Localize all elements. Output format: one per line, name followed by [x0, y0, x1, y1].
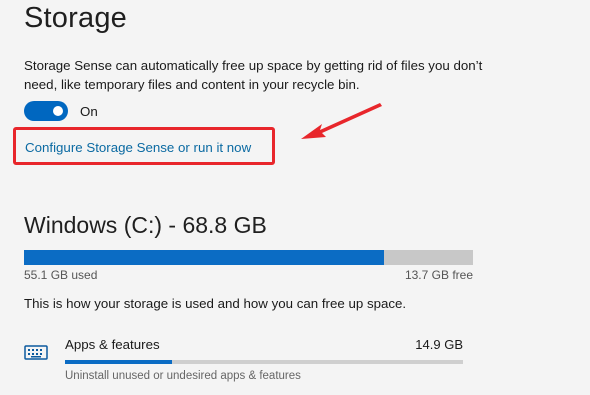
- used-space-label: 55.1 GB used: [24, 268, 98, 282]
- storage-sense-toggle[interactable]: [24, 101, 68, 121]
- toggle-knob: [53, 106, 63, 116]
- drive-usage-bar: [24, 250, 473, 265]
- page-title: Storage: [24, 2, 127, 34]
- storage-sense-description: Storage Sense can automatically free up …: [24, 58, 483, 92]
- category-usage-bar-fill: [65, 360, 173, 364]
- drive-usage-bar-fill: [24, 250, 384, 265]
- storage-settings-page: Storage Storage Sense can automatically …: [0, 0, 590, 395]
- configure-storage-sense-link[interactable]: Configure Storage Sense or run it now: [25, 140, 251, 155]
- category-name: Apps & features: [65, 337, 160, 352]
- storage-sense-toggle-row: On: [24, 101, 98, 121]
- category-description: Uninstall unused or undesired apps & fea…: [65, 370, 301, 382]
- category-size: 14.9 GB: [415, 337, 463, 352]
- toggle-state-label: On: [80, 103, 98, 119]
- storage-info-text: This is how your storage is used and how…: [24, 296, 407, 311]
- drive-title: Windows (C:) - 68.8 GB: [24, 212, 267, 238]
- keyboard-icon: [24, 345, 48, 360]
- category-row-apps-features[interactable]: Apps & features 14.9 GB Uninstall unused…: [20, 332, 470, 388]
- free-space-label: 13.7 GB free: [404, 268, 473, 282]
- annotation-arrow-icon: [301, 103, 382, 139]
- category-usage-bar: [65, 360, 463, 364]
